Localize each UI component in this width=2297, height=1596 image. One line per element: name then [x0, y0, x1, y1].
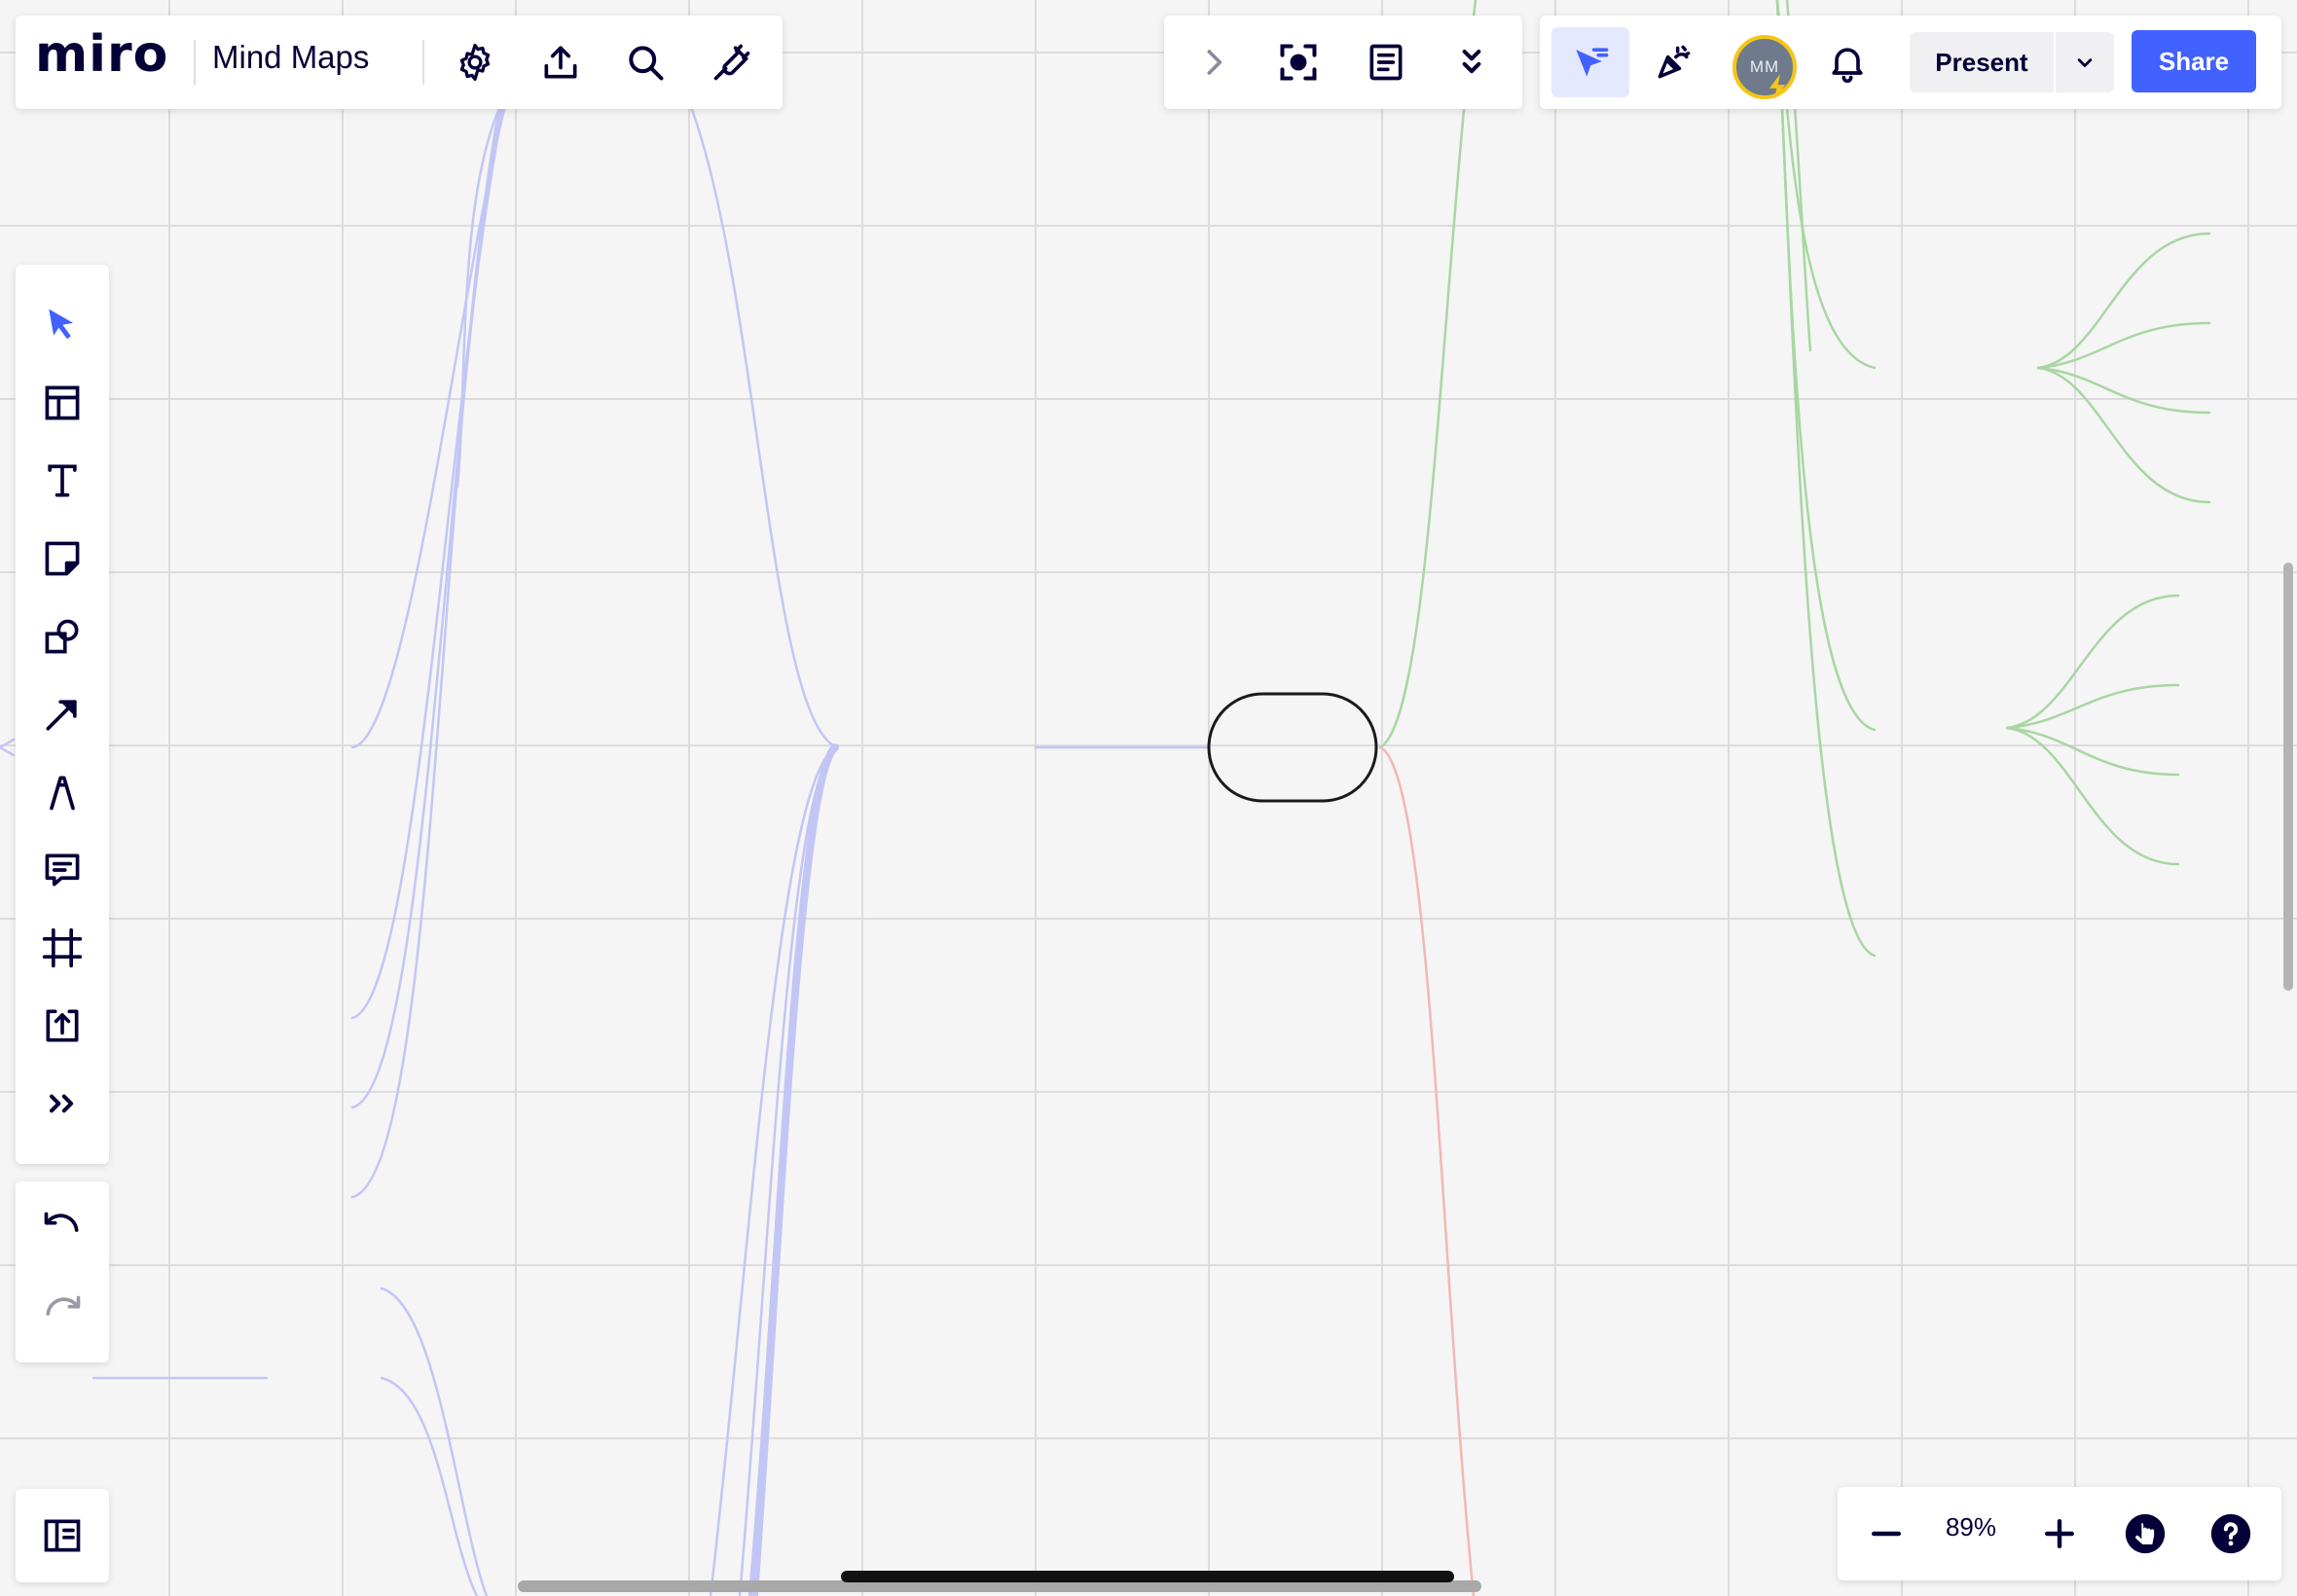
templates-tool-icon[interactable]	[27, 368, 97, 438]
connection-line-tool-icon[interactable]	[27, 679, 97, 749]
notes-icon[interactable]	[1351, 27, 1421, 97]
mind-map-branches-blue-left	[350, 100, 508, 1199]
present-button[interactable]: Present	[1910, 32, 2054, 92]
mind-map-branches-blue-center	[0, 105, 1211, 1596]
sidebar-panel-icon[interactable]	[27, 1501, 97, 1571]
text-tool-icon[interactable]	[27, 446, 97, 516]
zoom-in-icon[interactable]	[2024, 1499, 2095, 1569]
mind-map-branches-red	[1378, 745, 1476, 1596]
help-icon[interactable]	[2196, 1499, 2266, 1569]
chevron-right-icon[interactable]	[1178, 27, 1248, 97]
collaboration-cursor-icon[interactable]	[1551, 27, 1629, 97]
shapes-tool-icon[interactable]	[27, 601, 97, 671]
search-icon[interactable]	[610, 27, 680, 97]
header-divider	[422, 40, 424, 85]
frame-tool-icon[interactable]	[27, 913, 97, 983]
bell-icon[interactable]	[1812, 27, 1882, 97]
upload-tool-icon[interactable]	[27, 991, 97, 1061]
mind-map-branches-green	[1378, 0, 2211, 958]
settings-icon[interactable]	[440, 27, 510, 97]
redo-icon[interactable]	[27, 1279, 97, 1349]
hand-tool-icon[interactable]	[2110, 1499, 2180, 1569]
present-dropdown-button[interactable]	[2056, 32, 2114, 92]
board-canvas[interactable]	[0, 0, 2297, 1596]
board-title[interactable]: Mind Maps	[212, 41, 369, 73]
focus-frame-icon[interactable]	[1263, 27, 1333, 97]
header-divider	[194, 40, 196, 85]
pen-tool-icon[interactable]	[27, 757, 97, 827]
zoom-level[interactable]: 89%	[1917, 1512, 2024, 1542]
double-chevron-down-icon[interactable]	[1437, 27, 1507, 97]
celebrate-icon[interactable]	[1639, 27, 1709, 97]
lightning-badge-icon	[1768, 74, 1789, 99]
miro-logo[interactable]: miro	[35, 29, 168, 80]
central-topic-node[interactable]	[1207, 692, 1378, 803]
comment-tool-icon[interactable]	[27, 835, 97, 905]
sticky-note-tool-icon[interactable]	[27, 524, 97, 594]
vertical-scrollbar[interactable]	[2283, 562, 2293, 991]
share-button[interactable]: Share	[2132, 30, 2256, 92]
home-indicator	[841, 1571, 1454, 1582]
undo-icon[interactable]	[27, 1195, 97, 1265]
canvas-grid	[0, 0, 2297, 1596]
zoom-out-icon[interactable]	[1851, 1499, 1921, 1569]
select-tool-icon[interactable]	[27, 288, 97, 358]
more-tools-icon[interactable]	[27, 1069, 97, 1139]
mind-map-branches-blue-bottom	[91, 1287, 489, 1596]
plugin-icon[interactable]	[697, 27, 767, 97]
export-icon[interactable]	[526, 27, 596, 97]
